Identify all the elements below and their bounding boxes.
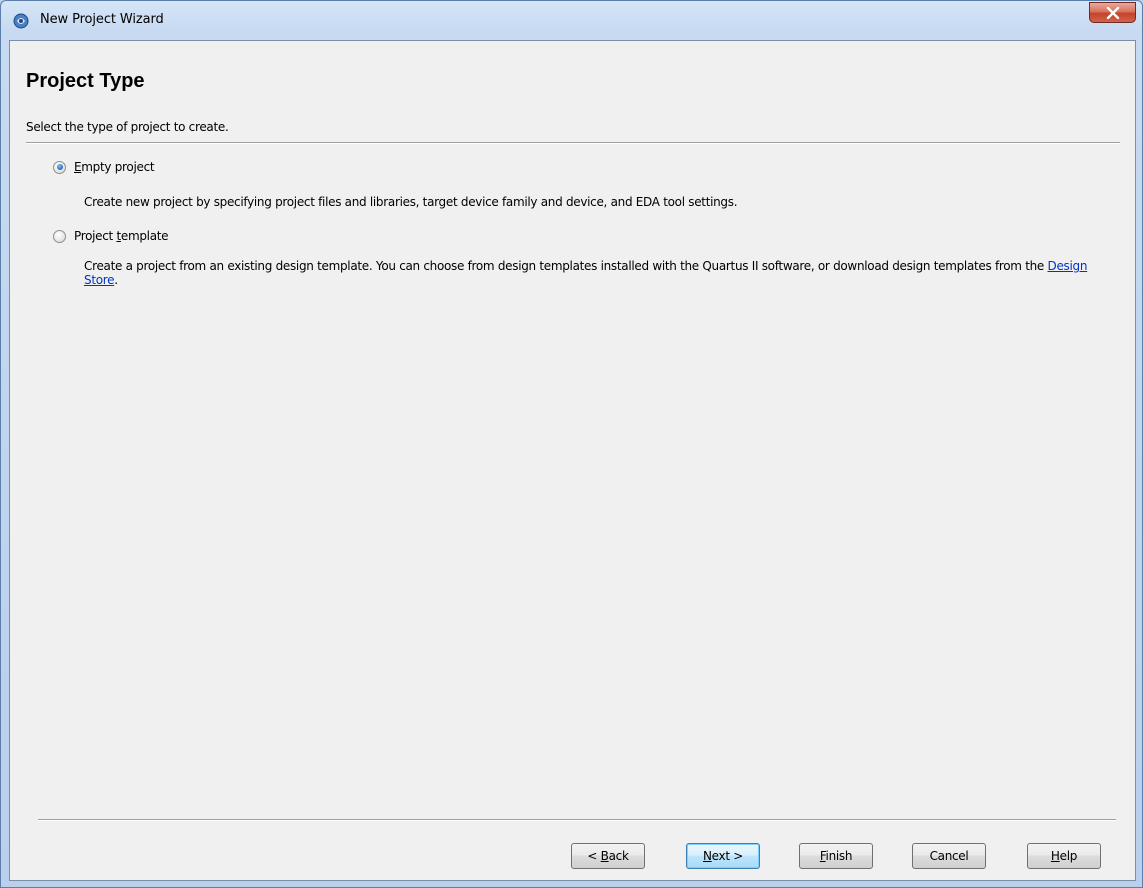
- help-button-mnemonic: H: [1050, 849, 1060, 863]
- project-template-description-end: .: [114, 273, 118, 287]
- footer-divider: [38, 819, 1116, 821]
- close-button[interactable]: [1089, 2, 1136, 23]
- help-button[interactable]: Help: [1027, 843, 1101, 869]
- project-template-radio[interactable]: [53, 229, 66, 243]
- back-button-rest: ack: [608, 849, 629, 863]
- next-button[interactable]: Next >: [686, 843, 760, 869]
- back-button[interactable]: < Back: [571, 843, 645, 869]
- empty-project-description: Create new project by specifying project…: [84, 195, 738, 209]
- empty-project-option[interactable]: Empty project: [53, 159, 155, 175]
- wizard-window: New Project Wizard Project Type Select t…: [0, 0, 1143, 888]
- finish-button-rest: inish: [825, 849, 853, 863]
- project-template-description: Create a project from an existing design…: [84, 259, 1114, 287]
- title-bar[interactable]: New Project Wizard: [1, 1, 1142, 40]
- help-button-rest: elp: [1059, 849, 1078, 863]
- cancel-button[interactable]: Cancel: [912, 843, 986, 869]
- back-button-mnemonic: B: [600, 849, 609, 863]
- project-template-description-text: Create a project from an existing design…: [84, 259, 1048, 273]
- page-subtitle: Select the type of project to create.: [26, 120, 229, 134]
- project-template-label[interactable]: Project template: [74, 229, 169, 243]
- empty-project-label[interactable]: Empty project: [74, 160, 155, 174]
- window-title: New Project Wizard: [40, 12, 164, 27]
- project-template-option[interactable]: Project template: [53, 228, 169, 244]
- back-button-prefix: <: [587, 849, 601, 863]
- header-divider: [26, 142, 1120, 144]
- next-button-mnemonic: N: [702, 849, 712, 863]
- quartus-app-icon: [13, 13, 29, 29]
- next-button-rest: ext >: [711, 849, 744, 863]
- page-title: Project Type: [26, 70, 145, 92]
- close-icon: [1106, 7, 1120, 19]
- empty-project-radio[interactable]: [53, 160, 66, 174]
- finish-button[interactable]: Finish: [799, 843, 873, 869]
- wizard-content: Project Type Select the type of project …: [9, 40, 1136, 881]
